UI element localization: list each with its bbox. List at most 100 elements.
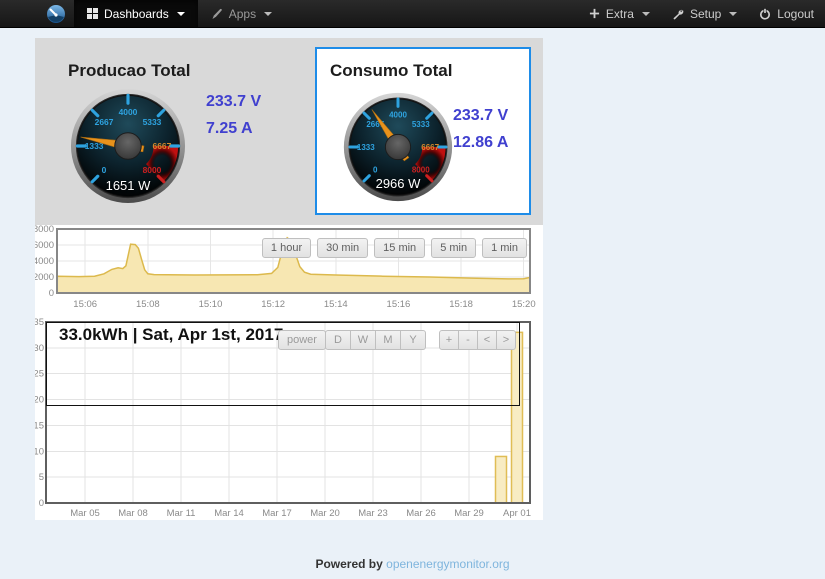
axis-tick-label: Mar 20 — [310, 508, 340, 519]
axis-tick-label: 25 — [35, 369, 44, 380]
navbar: Dashboards Apps Extra — [0, 0, 825, 28]
gauge-tick-label: 6667 — [421, 143, 439, 152]
wrench-icon — [672, 8, 684, 20]
axis-tick-label: 10 — [35, 446, 44, 457]
axis-tick-label: 15:16 — [387, 299, 411, 310]
axis-tick-label: 15:14 — [324, 299, 348, 310]
axis-tick-label: 4000 — [35, 256, 54, 267]
range-button-5-min[interactable]: 5 min — [431, 238, 476, 258]
nav-button->[interactable]: > — [496, 330, 516, 350]
axis-tick-label: 15:08 — [136, 299, 160, 310]
power-chart[interactable]: 8000 6000 4000 2000 0 15:06 15:08 15:10 15:12 15:… — [35, 225, 543, 318]
range-button-1-min[interactable]: 1 min — [482, 238, 527, 258]
caret-down-icon — [264, 12, 272, 16]
range-button-15-min[interactable]: 15 min — [374, 238, 425, 258]
kwh-bar-Mar-31 — [496, 456, 507, 503]
axis-tick-label: 15:18 — [449, 299, 473, 310]
axis-tick-label: 5 — [39, 472, 44, 483]
consumo-gauge: 0133326674000533366678000 2966 W — [342, 91, 454, 203]
interval-button-D[interactable]: D — [325, 330, 351, 350]
kwh-range-buttons: DWMY — [325, 330, 426, 350]
nav-dashboards-label: Dashboards — [104, 7, 169, 21]
axis-tick-label: Mar 08 — [118, 508, 148, 519]
axis-tick-label: Apr 01 — [503, 508, 531, 519]
nav-setup-label: Setup — [690, 7, 721, 21]
caret-down-icon — [729, 12, 737, 16]
nav-extra[interactable]: Extra — [578, 0, 661, 27]
kwh-nav-buttons: +-<> — [439, 330, 516, 350]
axis-tick-label: Mar 23 — [358, 508, 388, 519]
nav-setup[interactable]: Setup — [661, 0, 748, 27]
consumo-title: Consumo Total — [330, 61, 452, 81]
axis-tick-label: 15:20 — [512, 299, 536, 310]
gauge-tick-label: 6667 — [153, 141, 172, 151]
axis-tick-label: Mar 11 — [167, 508, 196, 519]
gauge-tick-label: 8000 — [412, 166, 430, 175]
axis-tick-label: 15:12 — [261, 299, 285, 310]
openenergymonitor-link[interactable]: openenergymonitor.org — [386, 557, 509, 571]
axis-tick-label: 20 — [35, 395, 44, 406]
footer: Powered by openenergymonitor.org — [0, 557, 825, 571]
axis-tick-label: 0 — [39, 498, 44, 509]
axis-tick-label: 6000 — [35, 240, 54, 251]
powered-by-label: Powered by — [315, 557, 382, 571]
axis-tick-label: Mar 05 — [70, 508, 100, 519]
emoncms-page: Dashboards Apps Extra — [0, 0, 825, 579]
producao-current: 7.25 A — [206, 115, 261, 142]
dashboard-canvas: Producao Total 0 1333 2667 4000 5333 6667 8000… — [35, 38, 543, 520]
range-button-30-min[interactable]: 30 min — [317, 238, 368, 258]
consumo-power-value: 2966 W — [342, 176, 454, 191]
gauge-tick-label: 4000 — [119, 107, 138, 117]
axis-tick-label: 15 — [35, 420, 44, 431]
power-icon — [759, 8, 771, 20]
axis-tick-label: Mar 14 — [214, 508, 244, 519]
interval-button-W[interactable]: W — [350, 330, 376, 350]
gauge-tick-label: 2667 — [95, 117, 114, 127]
consumo-widget[interactable]: Consumo Total 0133326674000533366678000 … — [315, 47, 531, 215]
axis-tick-label: Mar 26 — [406, 508, 436, 519]
consumo-current: 12.86 A — [453, 129, 508, 156]
axis-tick-label: Mar 17 — [262, 508, 292, 519]
nav-extra-label: Extra — [606, 7, 634, 21]
gauge-tick-label: 8000 — [143, 165, 162, 175]
axis-tick-label: 30 — [35, 343, 44, 354]
nav-button-<[interactable]: < — [477, 330, 497, 350]
axis-tick-label: 15:06 — [73, 299, 97, 310]
gauge-tick-label: 5333 — [143, 117, 162, 127]
producao-title: Producao Total — [68, 61, 190, 81]
power-mode-button[interactable]: power — [278, 330, 326, 350]
gauge-tick-label: 4000 — [389, 111, 407, 120]
nav-button-+[interactable]: + — [439, 330, 459, 350]
gauges-panel: Producao Total 0 1333 2667 4000 5333 6667 8000… — [35, 38, 543, 225]
producao-voltage: 233.7 V — [206, 88, 261, 115]
kwh-chart[interactable]: 35 30 25 20 15 10 5 0 Mar 05 Mar 08 Mar 11 Mar 14 Ma… — [35, 318, 543, 520]
producao-gauge: 0133326674000533366678000 1651 W — [69, 87, 187, 205]
axis-tick-label: 2000 — [35, 272, 54, 283]
axis-tick-label: 0 — [49, 288, 54, 299]
gauge-tick-label: 1333 — [357, 143, 375, 152]
range-button-1-hour[interactable]: 1 hour — [262, 238, 311, 258]
plus-icon — [589, 8, 600, 19]
caret-down-icon — [642, 12, 650, 16]
consumo-readouts: 233.7 V 12.86 A — [453, 102, 508, 156]
nav-logout[interactable]: Logout — [748, 0, 825, 27]
interval-button-M[interactable]: M — [375, 330, 401, 350]
nav-dashboards[interactable]: Dashboards — [74, 0, 198, 27]
nav-logout-label: Logout — [777, 7, 814, 21]
interval-button-Y[interactable]: Y — [400, 330, 426, 350]
nav-apps[interactable]: Apps — [198, 0, 285, 27]
axis-tick-label: 35 — [35, 318, 44, 328]
axis-tick-label: Mar 29 — [454, 508, 484, 519]
axis-tick-label: 8000 — [35, 225, 54, 235]
axis-tick-label: 15:10 — [199, 299, 223, 310]
producao-power-value: 1651 W — [69, 178, 187, 193]
producao-readouts: 233.7 V 7.25 A — [206, 88, 261, 142]
brand-logo[interactable] — [38, 0, 74, 27]
nav-button--[interactable]: - — [458, 330, 478, 350]
consumo-voltage: 233.7 V — [453, 102, 508, 129]
gauge-tick-label: 0 — [373, 166, 378, 175]
power-chart-range-buttons: 1 hour 30 min 15 min 5 min 1 min — [262, 238, 527, 258]
gauge-tick-label: 5333 — [412, 120, 430, 129]
kwh-chart-title: 33.0kWh | Sat, Apr 1st, 2017 — [59, 325, 283, 345]
nav-apps-label: Apps — [229, 7, 256, 21]
